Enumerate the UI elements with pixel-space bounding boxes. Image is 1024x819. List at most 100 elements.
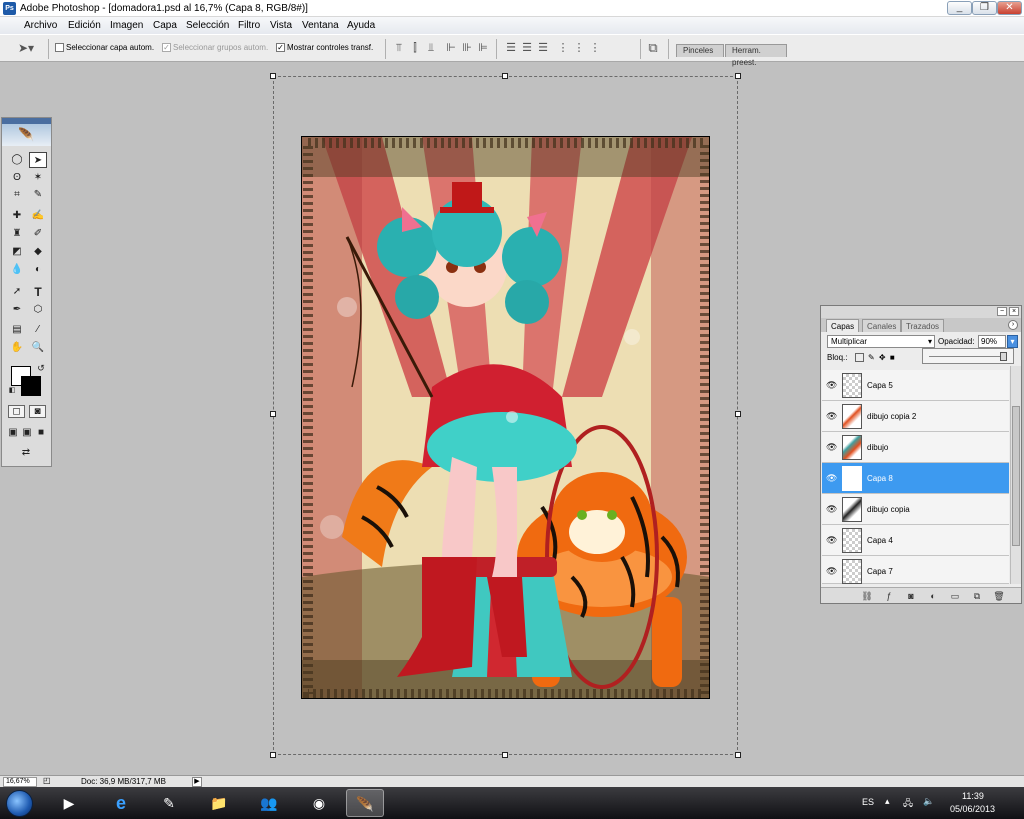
- layer-row[interactable]: 👁 dibujo copia: [822, 494, 1009, 525]
- distribute-right-icon[interactable]: ⋮: [588, 41, 602, 55]
- language-indicator[interactable]: ES: [862, 797, 874, 807]
- zoom-icon[interactable]: 🔍: [29, 340, 47, 356]
- document-canvas[interactable]: [301, 136, 710, 699]
- network-icon[interactable]: 🖧: [903, 796, 913, 812]
- screen-mode-full-icon[interactable]: ■: [35, 427, 47, 439]
- auto-select-groups-checkbox[interactable]: ✓: [162, 43, 171, 52]
- paint-tool-icon[interactable]: ✎: [150, 789, 188, 817]
- text-icon[interactable]: T: [29, 284, 47, 300]
- transform-handle-tl[interactable]: [270, 73, 276, 79]
- eyedropper-icon[interactable]: ✎: [29, 187, 47, 203]
- align-vcenter-icon[interactable]: ⫿: [408, 41, 422, 55]
- background-color-swatch[interactable]: [21, 376, 41, 396]
- minimize-button[interactable]: _: [947, 1, 972, 15]
- menu-edicion[interactable]: Edición: [68, 20, 101, 31]
- eyedropper2-icon[interactable]: ⁄: [29, 322, 47, 338]
- visibility-eye-icon[interactable]: 👁: [826, 473, 837, 483]
- status-menu-arrow-icon[interactable]: ▶: [192, 777, 202, 787]
- transform-handle-l[interactable]: [270, 411, 276, 417]
- layers-scrollbar[interactable]: [1010, 366, 1021, 584]
- imageready-icon[interactable]: ⇄: [8, 446, 44, 460]
- restore-button[interactable]: ❐: [972, 1, 997, 15]
- clock-time[interactable]: 11:39: [962, 791, 984, 801]
- dodge-icon[interactable]: ◐: [29, 262, 47, 278]
- blend-mode-select[interactable]: Multiplicar ▾: [827, 335, 935, 348]
- transform-handle-b[interactable]: [502, 752, 508, 758]
- align-right-icon[interactable]: ⊫: [476, 41, 490, 55]
- shape-icon[interactable]: ⬡: [29, 302, 47, 318]
- auto-select-layer-checkbox[interactable]: [55, 43, 64, 52]
- layer-mask-icon[interactable]: ◙: [905, 590, 917, 602]
- visibility-eye-icon[interactable]: 👁: [826, 535, 837, 545]
- menu-filtro[interactable]: Filtro: [238, 20, 260, 31]
- transform-handle-tr[interactable]: [735, 73, 741, 79]
- status-preview-icon[interactable]: ◰: [43, 776, 51, 785]
- show-transform-checkbox[interactable]: ✓: [276, 43, 285, 52]
- layer-row[interactable]: 👁 Capa 7: [822, 556, 1009, 584]
- layer-style-icon[interactable]: ƒ: [883, 590, 895, 602]
- brush-icon[interactable]: ✍: [29, 208, 47, 224]
- link-layers-icon[interactable]: ⛓: [861, 590, 873, 602]
- standard-mode-icon[interactable]: ◻: [8, 405, 25, 418]
- visibility-eye-icon[interactable]: 👁: [826, 380, 837, 390]
- menu-archivo[interactable]: Archivo: [24, 20, 57, 31]
- menu-ayuda[interactable]: Ayuda: [347, 20, 375, 31]
- lock-position-icon[interactable]: ✥: [879, 353, 886, 362]
- marquee-icon[interactable]: ◯: [8, 152, 26, 168]
- menu-vista[interactable]: Vista: [270, 20, 292, 31]
- media-player-icon[interactable]: ▶: [50, 789, 88, 817]
- align-bottom-icon[interactable]: ⫫: [424, 41, 438, 55]
- tab-canales[interactable]: Canales: [862, 319, 902, 332]
- layer-row[interactable]: 👁 Capa 4: [822, 525, 1009, 556]
- menu-seleccion[interactable]: Selección: [186, 20, 229, 31]
- lock-all-icon[interactable]: ■: [890, 353, 895, 362]
- new-group-icon[interactable]: ▭: [949, 590, 961, 602]
- opacity-slider-toggle[interactable]: ▾: [1007, 335, 1018, 348]
- history-brush-icon[interactable]: ✐: [29, 226, 47, 242]
- tab-trazados[interactable]: Trazados: [901, 319, 945, 332]
- distribute-hcenter-icon[interactable]: ⋮: [572, 41, 586, 55]
- default-colors-icon[interactable]: ◧: [7, 386, 17, 396]
- bucket-icon[interactable]: ◆: [29, 244, 47, 260]
- visibility-eye-icon[interactable]: 👁: [826, 566, 837, 576]
- panel-minimize-icon[interactable]: −: [997, 307, 1007, 316]
- feather-icon[interactable]: 🪶: [2, 124, 51, 146]
- tab-capas[interactable]: Capas: [826, 319, 860, 332]
- visibility-eye-icon[interactable]: 👁: [826, 442, 837, 452]
- visibility-eye-icon[interactable]: 👁: [826, 411, 837, 421]
- visibility-eye-icon[interactable]: 👁: [826, 504, 837, 514]
- menu-ventana[interactable]: Ventana: [302, 20, 339, 31]
- distribute-vcenter-icon[interactable]: ☰: [520, 41, 534, 55]
- stamp-icon[interactable]: ♜: [8, 226, 26, 242]
- healing-icon[interactable]: ✚: [8, 208, 26, 224]
- eraser-icon[interactable]: ◩: [8, 244, 26, 260]
- transform-handle-r[interactable]: [735, 411, 741, 417]
- volume-icon[interactable]: 🔈: [923, 796, 934, 807]
- internet-explorer-icon[interactable]: e: [102, 789, 140, 817]
- align-top-icon[interactable]: ⫪: [392, 41, 406, 55]
- opacity-slider-popup[interactable]: [922, 348, 1014, 364]
- tray-arrow-icon[interactable]: ▴: [885, 796, 890, 807]
- opacity-input[interactable]: 90%: [978, 335, 1006, 348]
- tab-herram-preest[interactable]: Herram. preest.: [725, 44, 787, 67]
- clock-date[interactable]: 05/06/2013: [950, 804, 995, 814]
- notes-icon[interactable]: ▤: [8, 322, 26, 338]
- crop-icon[interactable]: ⌗: [8, 187, 26, 203]
- messenger-icon[interactable]: 👥: [250, 789, 288, 817]
- layer-row-selected[interactable]: 👁 Capa 8: [822, 463, 1009, 494]
- swap-colors-icon[interactable]: ↺: [35, 362, 47, 374]
- menu-imagen[interactable]: Imagen: [110, 20, 143, 31]
- zoom-field[interactable]: 16,67%: [3, 777, 37, 787]
- scrollbar-thumb[interactable]: [1012, 406, 1020, 546]
- transform-handle-t[interactable]: [502, 73, 508, 79]
- path-select-icon[interactable]: ➚: [8, 284, 26, 300]
- new-layer-icon[interactable]: ⧉: [971, 590, 983, 602]
- opacity-slider-thumb[interactable]: [1000, 352, 1007, 361]
- move-tool-preset-icon[interactable]: ➤▾: [14, 41, 38, 55]
- folder-icon[interactable]: 📁: [200, 789, 238, 817]
- menu-capa[interactable]: Capa: [153, 20, 177, 31]
- lasso-icon[interactable]: ʘ: [8, 170, 26, 186]
- layer-row[interactable]: 👁 dibujo: [822, 432, 1009, 463]
- distribute-bottom-icon[interactable]: ☰: [536, 41, 550, 55]
- photoshop-taskbar-icon[interactable]: 🪶: [346, 789, 384, 817]
